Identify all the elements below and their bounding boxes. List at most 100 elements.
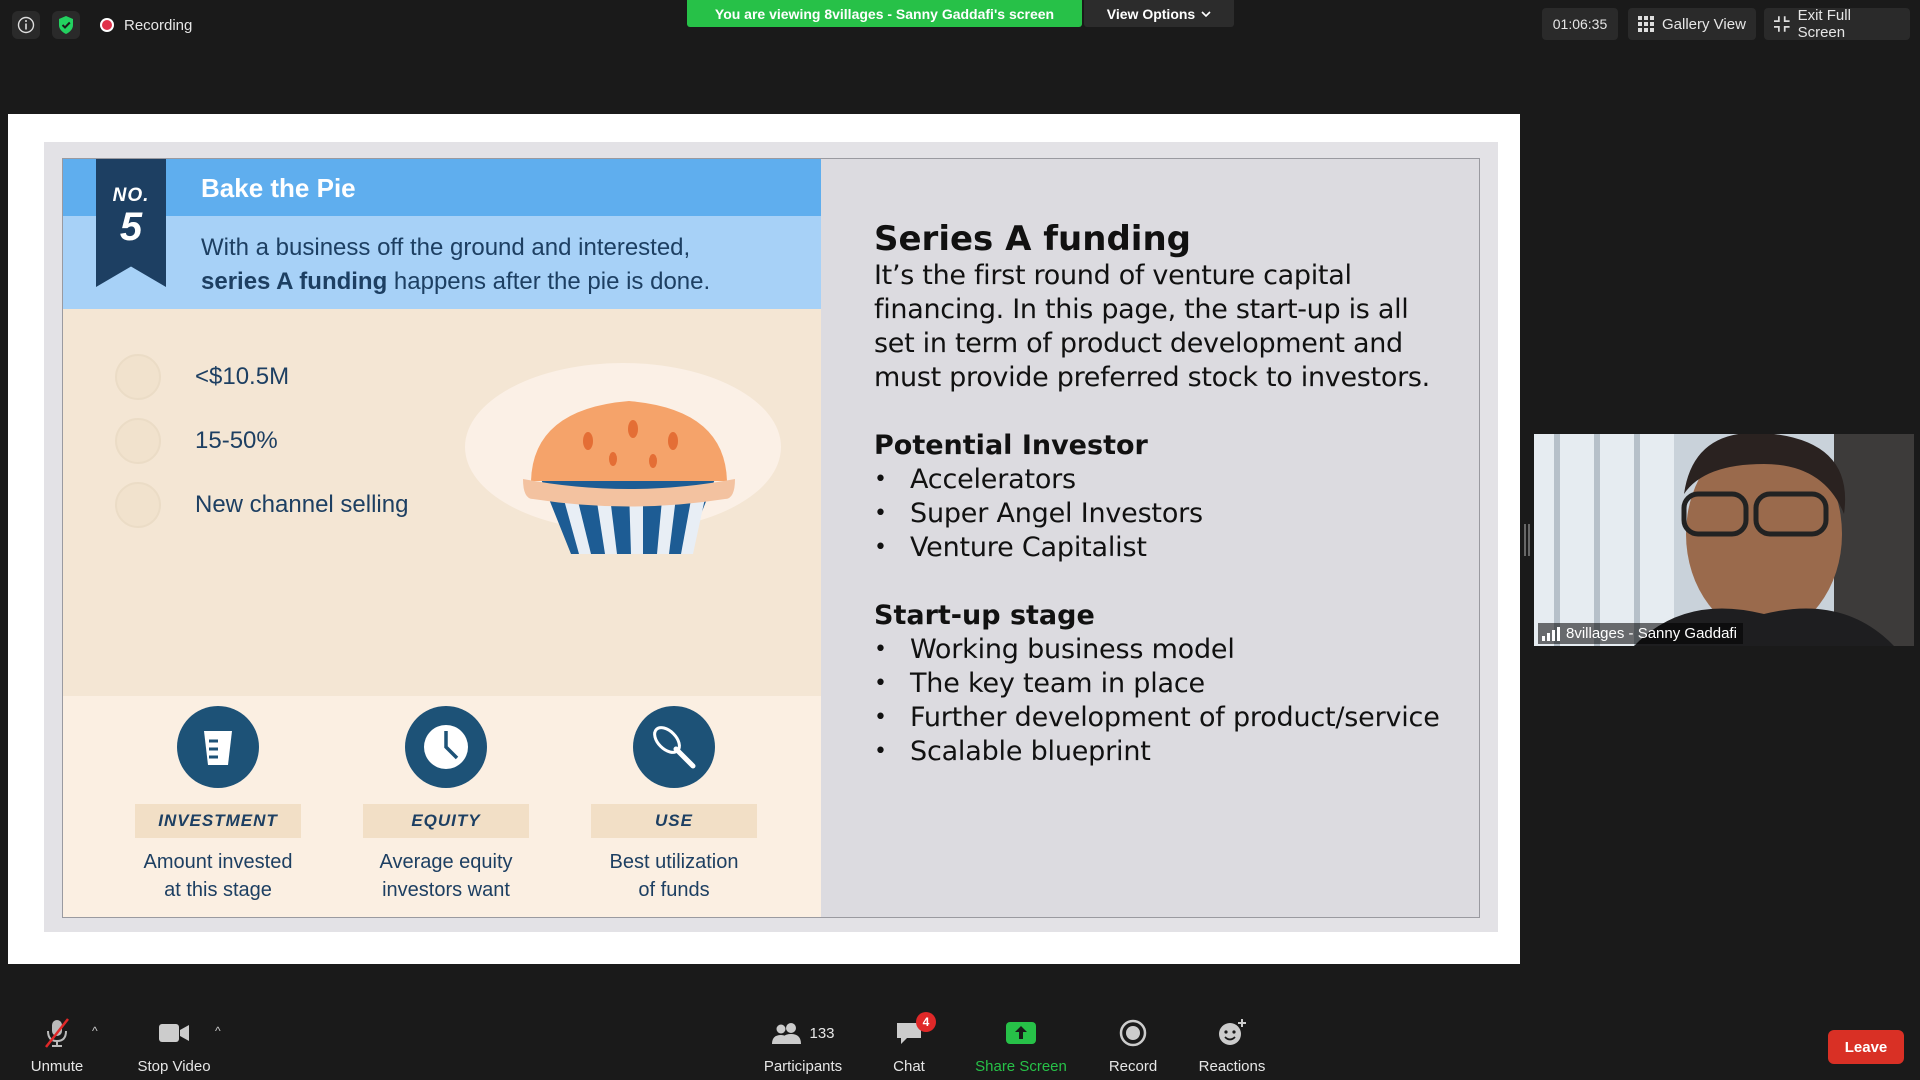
feature-desc-line: of funds [638,879,710,901]
audio-options-caret[interactable]: ^ [92,1024,98,1038]
participants-label: Participants [763,1058,843,1075]
slide-title: Series A funding [874,219,1191,259]
clock-icon [405,706,487,788]
pie-illustration [465,363,781,554]
share-screen-button[interactable]: Share Screen [966,1016,1076,1075]
features-section: INVESTMENT Amount invested at this stage… [63,696,821,917]
participant-video[interactable]: 8villages - Sanny Gaddafi [1534,434,1914,646]
participant-name-tag: 8villages - Sanny Gaddafi [1538,623,1743,644]
potential-investor-list: Accelerators Super Angel Investors Ventu… [874,463,1444,565]
feature-desc-line: at this stage [164,879,272,901]
infographic-title-bar [63,159,821,216]
slide-body: It’s the first round of venture capital … [874,260,1430,393]
potential-investor-heading: Potential Investor [874,430,1148,461]
participant-video-feed [1534,434,1914,646]
stat-row: <$10.5M [115,345,408,409]
recording-dot-icon [100,18,114,32]
recording-label: Recording [124,16,193,34]
meeting-info-button[interactable] [12,11,40,39]
chat-button[interactable]: 4 Chat [854,1012,964,1075]
chat-label: Chat [893,1058,925,1075]
feature-desc-line: investors want [382,879,510,901]
stat-row: 15-50% [115,409,408,473]
participant-name: 8villages - Sanny Gaddafi [1566,625,1737,642]
stats-list: <$10.5M 15-50% New channel selling [115,345,408,537]
recording-indicator[interactable]: Recording [100,17,192,34]
unmute-label: Unmute [30,1058,84,1075]
cup-icon [115,354,161,400]
exit-fullscreen-icon [1774,16,1790,32]
gallery-view-button[interactable]: Gallery View [1628,8,1756,40]
view-options-label: View Options [1106,5,1196,22]
exit-full-screen-button[interactable]: Exit Full Screen [1764,7,1910,41]
share-screen-icon [966,1016,1076,1050]
slide-background: NO. 5 Bake the Pie With a business off t… [44,142,1498,932]
participants-button[interactable]: 133 Participants [748,1016,858,1075]
viewing-banner: You are viewing 8villages - Sanny Gaddaf… [687,0,1082,27]
infographic: NO. 5 Bake the Pie With a business off t… [63,159,821,917]
startup-stage-heading: Start-up stage [874,600,1095,631]
ribbon-no-label: NO. [112,185,150,206]
feature-label: INVESTMENT [135,804,301,838]
reactions-button[interactable]: Reactions [1177,1016,1287,1075]
list-item: Working business model [874,633,1444,667]
participants-count: 133 [809,1024,835,1042]
presentation-slide: NO. 5 Bake the Pie With a business off t… [62,158,1480,918]
list-item: Super Angel Investors [874,497,1444,531]
chat-unread-badge: 4 [916,1012,936,1032]
video-options-caret[interactable]: ^ [215,1024,221,1038]
list-item: Further development of product/service [874,701,1444,735]
record-icon [1078,1016,1188,1050]
top-left-controls: Recording [12,10,192,40]
infographic-header: NO. 5 Bake the Pie With a business off t… [63,159,821,309]
feature-equity: EQUITY Average equity investors want [361,706,531,904]
list-item: Scalable blueprint [874,735,1444,769]
reactions-icon [1177,1016,1287,1050]
measuring-cup-icon [177,706,259,788]
shared-screen[interactable]: NO. 5 Bake the Pie With a business off t… [8,114,1520,964]
feature-label: EQUITY [363,804,529,838]
info-icon [17,16,35,34]
feature-description: Best utilization of funds [589,848,759,904]
grid-icon [1638,16,1654,32]
security-button[interactable] [52,11,80,39]
meeting-timer: 01:06:35 [1542,8,1618,40]
feature-desc-line: Best utilization [609,851,739,873]
record-button[interactable]: Record [1078,1016,1188,1075]
infographic-title: Bake the Pie [201,173,356,203]
desc-line-1: With a business off the ground and inter… [201,234,691,261]
gallery-view-label: Gallery View [1662,15,1746,33]
record-label: Record [1108,1058,1158,1075]
desc-line-2: series A funding happens after the pie i… [201,265,710,299]
infographic-description: With a business off the ground and inter… [201,231,710,299]
panel-resize-handle[interactable] [1524,524,1530,556]
signal-strength-icon [1542,626,1560,641]
view-options-button[interactable]: View Options [1084,0,1234,27]
desc-bold: series A funding [201,268,388,295]
feature-desc-line: Amount invested [143,851,293,873]
list-item: The key team in place [874,667,1444,701]
whisk-icon [633,706,715,788]
stat-text: New channel selling [195,491,409,518]
meeting-toolbar: Unmute ^ Stop Video ^ 133 Participants 4 [0,1010,1920,1080]
participants-icon-group: 133 [748,1016,858,1050]
feature-description: Average equity investors want [361,848,531,904]
slide-text-panel: Series A funding It’s the first round of… [821,159,1479,917]
feature-description: Amount invested at this stage [133,848,303,904]
shield-check-icon [59,16,73,34]
leave-button[interactable]: Leave [1828,1030,1904,1064]
chevron-down-icon [1201,10,1211,17]
desc-rest: happens after the pie is done. [387,268,711,295]
startup-stage-list: Working business model The key team in p… [874,633,1444,769]
exit-full-screen-label: Exit Full Screen [1797,7,1851,41]
stat-text: 15-50% [195,427,278,454]
clock-icon [115,418,161,464]
chat-icon-group: 4 [854,1012,964,1050]
number-ribbon: NO. 5 [96,159,166,287]
share-screen-label: Share Screen [975,1058,1067,1075]
stop-video-button[interactable]: Stop Video [119,1016,229,1075]
feature-investment: INVESTMENT Amount invested at this stage [133,706,303,904]
slide-text-content: Series A funding It’s the first round of… [874,219,1444,769]
feature-use: USE Best utilization of funds [589,706,759,904]
stat-row: New channel selling [115,473,408,537]
